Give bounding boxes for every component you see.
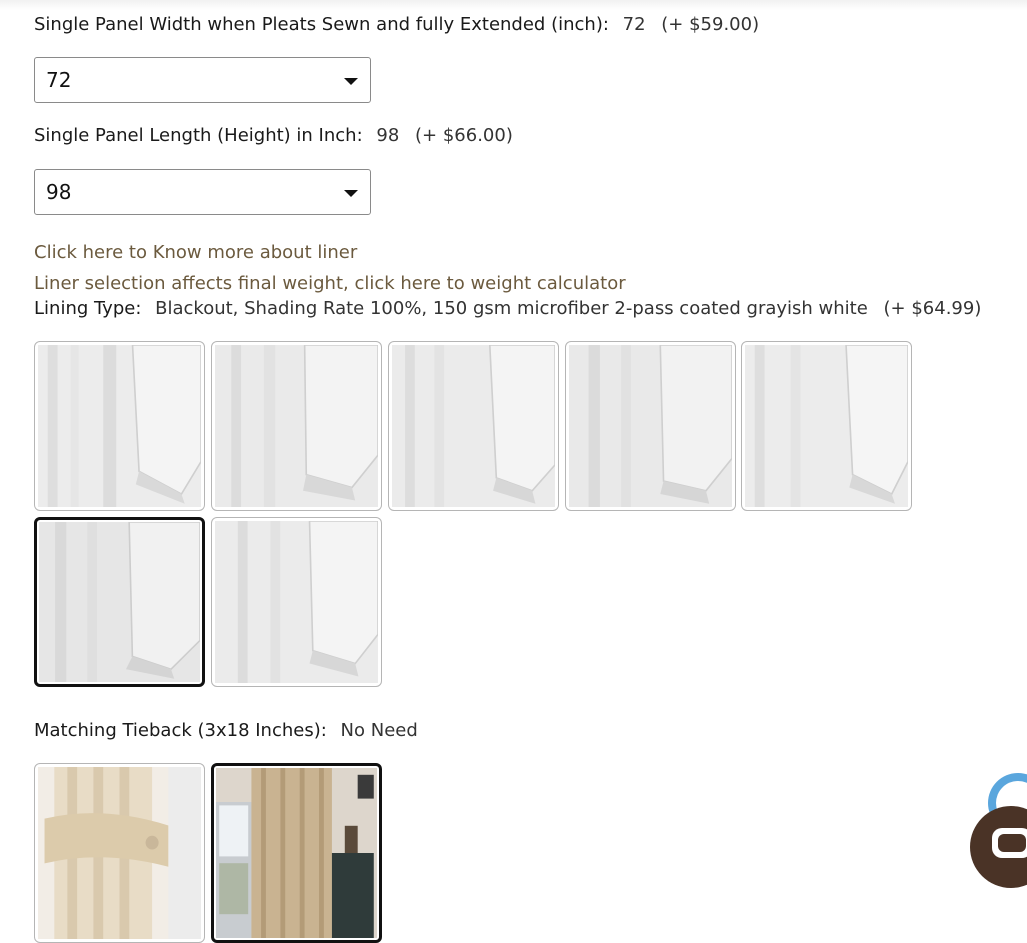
tieback-row: Matching Tieback (3x18 Inches): No Need [34, 720, 418, 741]
width-option-row: Single Panel Width when Pleats Sewn and … [34, 14, 759, 35]
width-option-label: Single Panel Width when Pleats Sewn and … [34, 14, 609, 35]
curtain-fabric-image [745, 345, 908, 507]
tieback-option-1[interactable] [34, 763, 205, 943]
top-fade [0, 0, 1027, 10]
lining-type-label: Lining Type: [34, 298, 142, 319]
chevron-down-icon [344, 78, 358, 85]
chat-bubble-inner [998, 834, 1026, 852]
room-curtain-image [216, 768, 377, 938]
curtain-fabric-image [215, 521, 378, 683]
tieback-label: Matching Tieback (3x18 Inches): [34, 720, 327, 741]
tieback-value: No Need [340, 720, 418, 741]
curtain-fabric-image [215, 345, 378, 507]
chat-button[interactable] [970, 806, 1027, 888]
liner-info-link[interactable]: Click here to Know more about liner [34, 242, 357, 263]
tieback-image [38, 767, 201, 939]
length-option-row: Single Panel Length (Height) in Inch: 98… [34, 125, 513, 146]
lining-swatch-4[interactable] [565, 341, 736, 511]
length-option-value: 98 [376, 125, 400, 146]
lining-swatch-2[interactable] [211, 341, 382, 511]
lining-type-price: (+ $64.99) [883, 298, 982, 319]
width-select[interactable]: 72 [34, 57, 371, 103]
tieback-option-2[interactable] [211, 763, 382, 943]
chevron-down-icon [344, 190, 358, 197]
lining-type-value: Blackout, Shading Rate 100%, 150 gsm mic… [155, 298, 868, 319]
lining-swatch-7[interactable] [211, 517, 382, 687]
width-select-value: 72 [46, 68, 72, 92]
curtain-fabric-image [39, 522, 200, 682]
length-select[interactable]: 98 [34, 169, 371, 215]
curtain-fabric-image [392, 345, 555, 507]
weight-calculator-link[interactable]: Liner selection affects final weight, cl… [34, 273, 626, 294]
lining-swatch-3[interactable] [388, 341, 559, 511]
length-select-value: 98 [46, 180, 72, 204]
length-option-label: Single Panel Length (Height) in Inch: [34, 125, 363, 146]
lining-swatch-5[interactable] [741, 341, 912, 511]
curtain-fabric-image [569, 345, 732, 507]
width-option-price: (+ $59.00) [661, 14, 760, 35]
lining-swatch-1[interactable] [34, 341, 205, 511]
length-option-price: (+ $66.00) [415, 125, 513, 146]
curtain-fabric-image [38, 345, 201, 507]
width-option-value: 72 [622, 14, 646, 35]
lining-type-row: Lining Type: Blackout, Shading Rate 100%… [34, 298, 981, 319]
lining-swatch-6[interactable] [34, 517, 205, 687]
